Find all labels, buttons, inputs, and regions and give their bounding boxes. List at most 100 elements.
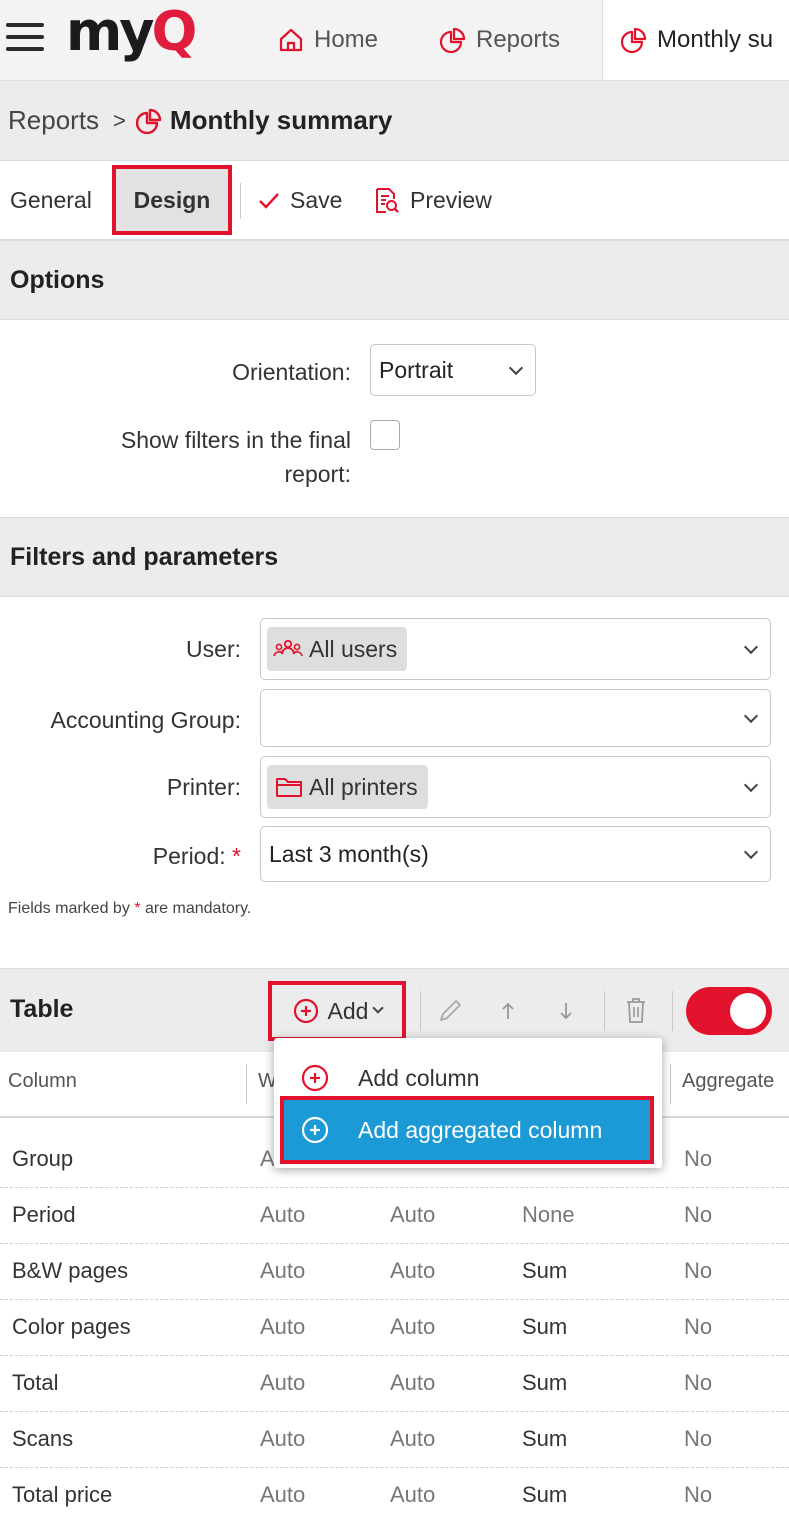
cell-c3: Auto [390, 1258, 436, 1283]
cell-column: Group [12, 1146, 74, 1171]
tab-home-label: Home [314, 26, 379, 53]
cell-width: Auto [260, 1370, 306, 1395]
tab-general[interactable]: General [10, 161, 92, 240]
move-up-arrow-icon[interactable] [488, 989, 528, 1033]
column-header-column[interactable]: Column [8, 1070, 77, 1093]
document-preview-icon [376, 187, 399, 213]
menu-item-label: Add aggregated column [358, 1116, 603, 1143]
cell-width: Auto [260, 1314, 306, 1339]
cell-width: Auto [260, 1202, 306, 1227]
filters-section-header: Filters and parameters [0, 517, 789, 597]
cell-c3: Auto [390, 1482, 436, 1507]
home-icon [279, 28, 303, 52]
table-row[interactable]: Total price Auto Auto Sum No [0, 1468, 789, 1521]
toolbar-divider [604, 991, 605, 1031]
chevron-down-icon [743, 777, 759, 793]
tab-reports-label: Reports [476, 26, 561, 53]
cell-c4: Sum [522, 1370, 568, 1395]
accounting-group-select[interactable] [260, 689, 771, 747]
user-select[interactable]: All users [260, 618, 771, 680]
report-toolbar: General Design Save Preview [0, 160, 789, 240]
printer-value: All printers [309, 773, 418, 800]
edit-pencil-icon[interactable] [430, 989, 470, 1033]
note-prefix: Fields marked by [8, 900, 135, 917]
mandatory-fields-note: Fields marked by * are mandatory. [8, 900, 251, 918]
add-button[interactable]: Add [268, 981, 406, 1041]
cell-aggregate: No [684, 1426, 713, 1451]
logo-text: my [66, 0, 154, 63]
cell-c3: Auto [390, 1426, 436, 1451]
pie-chart-icon [621, 27, 647, 53]
cell-c4: Sum [522, 1314, 568, 1339]
required-mark: * [232, 843, 241, 869]
toolbar-divider [420, 991, 421, 1031]
pie-chart-icon [135, 108, 162, 134]
cell-width: Auto [260, 1258, 306, 1283]
trash-icon[interactable] [616, 989, 656, 1033]
tab-monthly-summary-label: Monthly su [657, 26, 774, 53]
accounting-group-label: Accounting Group: [50, 707, 241, 733]
toolbar-divider [240, 183, 241, 219]
table-row[interactable]: B&W pages Auto Auto Sum No [0, 1244, 789, 1300]
cell-c4: Sum [522, 1258, 568, 1283]
breadcrumb-reports-link[interactable]: Reports [8, 105, 99, 136]
cell-column: Total price [12, 1482, 113, 1507]
table-row[interactable]: Scans Auto Auto Sum No [0, 1412, 789, 1468]
note-suffix: are mandatory. [140, 900, 252, 917]
period-value: Last 3 month(s) [269, 840, 429, 867]
add-dropdown-menu: Add column Add aggregated column [274, 1038, 662, 1168]
cell-c3: Auto [390, 1370, 436, 1395]
chevron-down-icon [743, 708, 759, 724]
table-row[interactable]: Color pages Auto Auto Sum No [0, 1300, 789, 1356]
table-row[interactable]: Period Auto Auto None No [0, 1188, 789, 1244]
menu-item-add-aggregated-column[interactable]: Add aggregated column [280, 1096, 654, 1164]
hamburger-menu-icon[interactable] [6, 18, 46, 58]
show-filters-checkbox[interactable] [370, 420, 400, 450]
table-visibility-toggle[interactable] [686, 987, 772, 1035]
move-down-arrow-icon[interactable] [546, 989, 586, 1033]
orientation-label: Orientation: [232, 359, 351, 385]
plus-circle-icon [301, 1064, 329, 1092]
period-label: Period: * [153, 839, 241, 873]
cell-aggregate: No [684, 1370, 713, 1395]
orientation-select[interactable]: Portrait [370, 344, 536, 396]
tab-design[interactable]: Design [112, 165, 232, 235]
chevron-down-icon [508, 360, 524, 376]
cell-column: B&W pages [12, 1258, 129, 1283]
period-select[interactable]: Last 3 month(s) [260, 826, 771, 882]
menu-item-add-column[interactable]: Add column [274, 1052, 662, 1104]
orientation-value: Portrait [379, 356, 454, 383]
cell-width: A [260, 1146, 275, 1171]
breadcrumb-separator: > [113, 107, 126, 133]
tab-monthly-summary[interactable]: Monthly su [602, 0, 789, 80]
menu-item-label: Add column [358, 1064, 480, 1091]
myq-logo[interactable]: my Q [66, 0, 197, 63]
show-filters-label-line2: report: [284, 461, 351, 487]
user-chip: All users [267, 627, 408, 671]
show-filters-label: Show filters in the final report: [121, 423, 351, 491]
chevron-down-icon [743, 844, 759, 860]
show-filters-label-line1: Show filters in the final [120, 427, 351, 453]
cell-column: Color pages [12, 1314, 131, 1339]
tab-reports[interactable]: Reports [440, 0, 560, 80]
cell-aggregate: No [684, 1258, 713, 1283]
period-label-text: Period: [152, 843, 226, 869]
cell-aggregate: No [684, 1314, 713, 1339]
cell-c4: None [522, 1202, 575, 1227]
printer-chip: All printers [267, 765, 428, 809]
column-header-aggregate[interactable]: Aggregate [682, 1070, 774, 1093]
chevron-down-icon [372, 1002, 385, 1014]
table-title: Table [10, 995, 74, 1023]
preview-button[interactable]: Preview [374, 161, 492, 240]
add-label: Add [327, 997, 369, 1024]
printer-select[interactable]: All printers [260, 756, 771, 818]
cell-aggregate: No [684, 1146, 713, 1171]
cell-aggregate: No [684, 1482, 713, 1507]
plus-circle-icon [293, 998, 318, 1024]
cell-column: Total [12, 1370, 59, 1395]
users-group-icon [273, 639, 303, 657]
printer-label: Printer: [166, 774, 241, 800]
tab-home[interactable]: Home [278, 0, 378, 80]
save-button[interactable]: Save [258, 161, 342, 240]
table-row[interactable]: Total Auto Auto Sum No [0, 1356, 789, 1412]
